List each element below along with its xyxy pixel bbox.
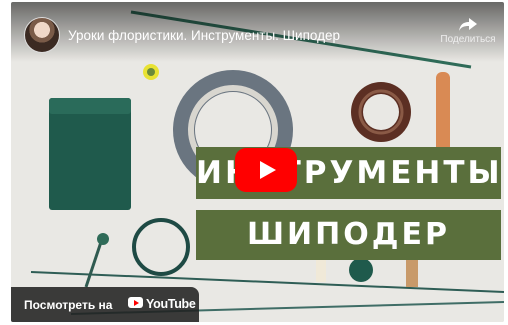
video-title[interactable]: Уроки флористики. Инструменты. Шиподер (68, 28, 340, 43)
share-icon (459, 18, 477, 31)
play-button[interactable] (235, 148, 297, 192)
thumbnail-text-line-2: ШИПОДЕР (196, 210, 501, 260)
youtube-wordmark: YouTube (146, 297, 196, 311)
channel-avatar[interactable] (24, 17, 60, 53)
share-button[interactable]: Поделиться (438, 18, 498, 45)
watch-on-youtube-button[interactable]: Посмотреть на YouTube (11, 287, 199, 322)
watch-on-label: Посмотреть на (24, 298, 113, 312)
youtube-logo-icon (128, 297, 143, 308)
video-player[interactable]: Уроки флористики. Инструменты. Шиподер П… (11, 2, 504, 322)
video-header: Уроки флористики. Инструменты. Шиподер П… (11, 2, 504, 62)
share-label: Поделиться (440, 34, 496, 45)
